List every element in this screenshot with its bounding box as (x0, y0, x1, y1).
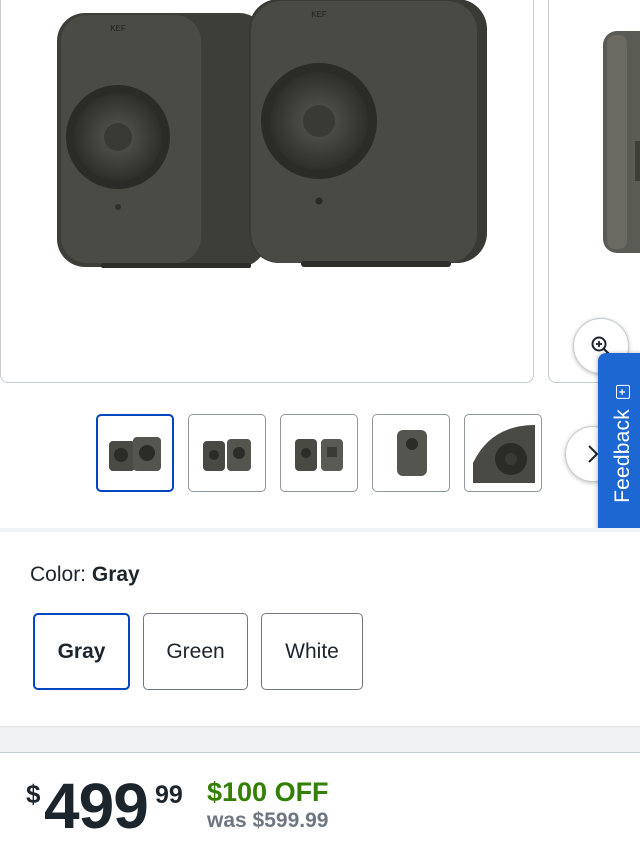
color-option-gray[interactable]: Gray (33, 613, 130, 690)
price-dollars: 499 (44, 770, 149, 842)
color-heading: Color: Gray (30, 563, 140, 587)
thumb-speaker-side-icon (397, 430, 427, 476)
color-option-green[interactable]: Green (143, 613, 248, 690)
speaker-pair-illustration: KEF KEF (57, 0, 487, 268)
main-product-image[interactable]: KEF KEF (0, 0, 534, 383)
svg-text:KEF: KEF (311, 10, 327, 19)
thumbnail-2[interactable] (188, 414, 266, 492)
price-cents: 99 (155, 781, 183, 809)
color-option-white[interactable]: White (261, 613, 363, 690)
feedback-plus-icon: + (616, 385, 630, 400)
color-label: Color: (30, 563, 87, 586)
thumbnail-3[interactable] (280, 414, 358, 492)
thumb-speaker-pair-icon (109, 437, 161, 471)
feedback-label: Feedback (611, 409, 634, 503)
was-price: was $599.99 (207, 809, 329, 832)
feedback-tab[interactable]: Feedback + (598, 353, 640, 535)
thumbnail-4[interactable] (372, 414, 450, 492)
svg-text:KEF: KEF (110, 24, 126, 33)
price-currency: $ (26, 779, 41, 809)
thumbnail-5[interactable] (464, 414, 542, 492)
color-selected-value: Gray (91, 563, 140, 586)
savings-badge: $100 OFF (207, 777, 329, 807)
thumb-driver-closeup-icon (473, 425, 535, 483)
thumbnail-1[interactable] (96, 414, 174, 492)
thumb-speaker-angle-icon (203, 439, 251, 471)
thumb-speaker-back-icon (295, 439, 343, 471)
product-gallery: KEF KEF Feedback + (0, 0, 640, 535)
